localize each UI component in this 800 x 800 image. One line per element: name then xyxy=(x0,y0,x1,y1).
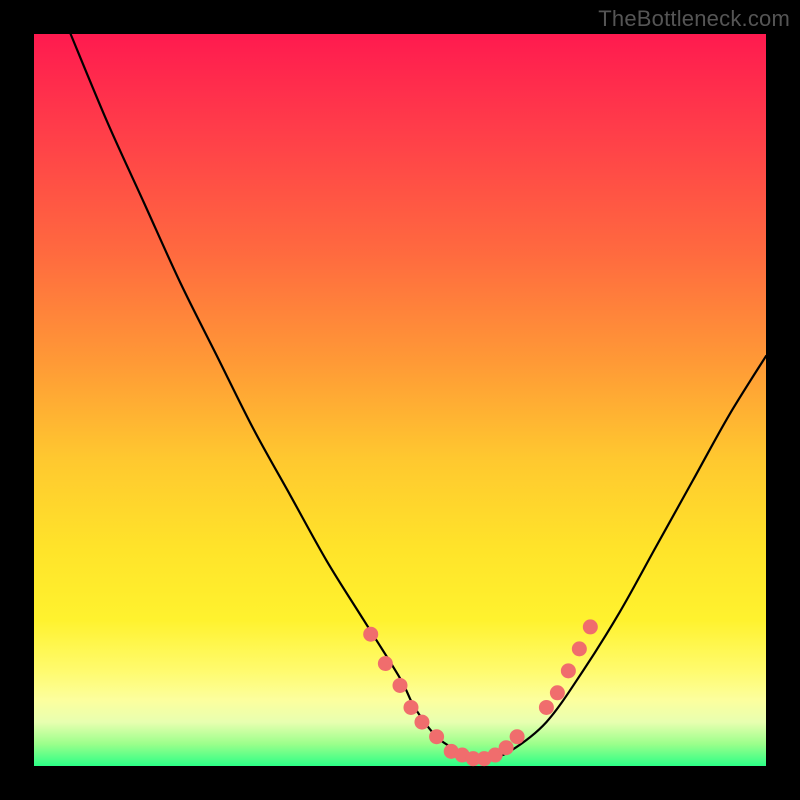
marker-dot xyxy=(583,619,598,634)
marker-dot xyxy=(393,678,408,693)
watermark-text: TheBottleneck.com xyxy=(598,6,790,32)
marker-dot xyxy=(550,685,565,700)
chart-frame: TheBottleneck.com xyxy=(0,0,800,800)
marker-dot xyxy=(561,663,576,678)
curve-layer xyxy=(34,34,766,766)
bottleneck-curve xyxy=(71,34,766,760)
marker-dot xyxy=(510,729,525,744)
marker-dot xyxy=(499,740,514,755)
marker-dot xyxy=(539,700,554,715)
plot-area xyxy=(34,34,766,766)
marker-dot xyxy=(403,700,418,715)
marker-dot xyxy=(414,715,429,730)
marker-dot xyxy=(363,627,378,642)
highlighted-points xyxy=(363,619,598,766)
marker-dot xyxy=(378,656,393,671)
marker-dot xyxy=(572,641,587,656)
marker-dot xyxy=(429,729,444,744)
